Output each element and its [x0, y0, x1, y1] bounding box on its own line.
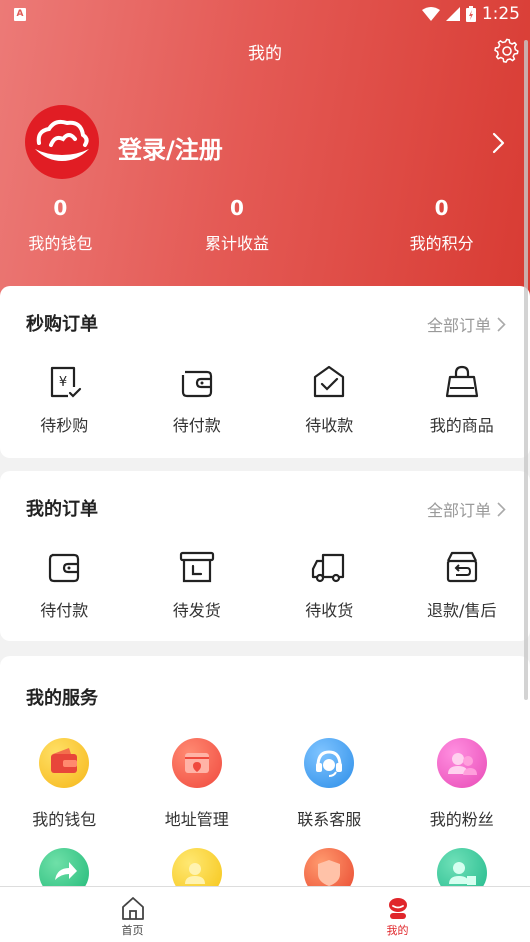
stat-value: 0 — [230, 196, 244, 220]
grid-label: 待秒购 — [40, 416, 89, 435]
envelope-check-icon — [314, 365, 345, 398]
stat-value: 0 — [434, 196, 449, 220]
service-label: 我的钱包 — [32, 810, 97, 829]
account-stats: 0 我的钱包 0 累计收益 0 我的积分 — [0, 196, 530, 254]
bottom-tab-bar: 首页 我的 — [0, 886, 530, 942]
order-pending-receipt[interactable]: 待收款 — [263, 362, 396, 436]
order-pending-shipment[interactable]: 待发货 — [131, 547, 264, 621]
chevron-right-icon — [497, 316, 506, 332]
services-grid: 我的钱包 地址管理 联系客服 我的粉丝 — [0, 738, 530, 830]
grid-label: 待收款 — [305, 416, 354, 435]
status-bar: A 1:25 — [0, 0, 530, 30]
order-refund-aftersale[interactable]: 退款/售后 — [396, 547, 529, 621]
service-label: 我的粉丝 — [429, 810, 494, 829]
signal-icon — [445, 7, 460, 21]
svg-text:¥: ¥ — [59, 375, 67, 390]
stat-wallet[interactable]: 0 我的钱包 — [0, 196, 149, 254]
wallet-service-icon — [39, 738, 90, 788]
refund-box-icon — [446, 551, 477, 583]
stat-earnings[interactable]: 0 累计收益 — [149, 196, 326, 254]
my-orders-grid: 待付款 待发货 待收货 退款/售后 — [0, 547, 530, 621]
order-pending-payment[interactable]: 待付款 — [131, 362, 264, 436]
brand-logo-icon — [35, 119, 89, 161]
wallet-icon — [181, 370, 212, 398]
my-services-card: 我的服务 我的钱包 地址管理 联系客服 我的粉丝 — [0, 656, 530, 916]
tab-profile[interactable]: 我的 — [265, 887, 530, 942]
tab-home[interactable]: 首页 — [0, 887, 265, 942]
my-orders-card: 我的订单 全部订单 待付款 待发货 待收货 退款/售后 — [0, 471, 530, 641]
grid-label: 待收货 — [305, 601, 354, 620]
my-orders-all-link[interactable]: 全部订单 — [427, 497, 506, 521]
flash-orders-title: 秒购订单 — [26, 314, 98, 335]
all-orders-label: 全部订单 — [426, 316, 491, 335]
stat-label: 累计收益 — [204, 234, 269, 253]
grid-label: 待发货 — [172, 601, 221, 620]
app-notification-icon: A — [14, 8, 26, 21]
avatar[interactable] — [25, 105, 99, 179]
status-time: 1:25 — [481, 4, 520, 24]
stat-label: 我的积分 — [409, 234, 474, 253]
grid-label: 退款/售后 — [427, 601, 497, 620]
flash-orders-all-link[interactable]: 全部订单 — [427, 312, 506, 336]
chevron-right-icon — [497, 501, 506, 517]
order-pending-flash[interactable]: ¥ 待秒购 — [0, 362, 131, 436]
login-register-link[interactable]: 登录/注册 — [118, 130, 223, 165]
order-my-goods[interactable]: 我的商品 — [396, 362, 529, 436]
service-label: 联系客服 — [297, 810, 362, 829]
flash-orders-card: 秒购订单 全部订单 ¥ 待秒购 待付款 待收款 我的商品 — [0, 286, 530, 458]
tab-label: 首页 — [121, 924, 144, 937]
address-icon — [171, 738, 222, 788]
wifi-icon — [421, 7, 440, 21]
service-customer-support[interactable]: 联系客服 — [263, 738, 396, 830]
grid-label: 待付款 — [40, 601, 89, 620]
fans-icon — [436, 738, 487, 788]
page-title: 我的 — [248, 44, 282, 64]
yuan-bill-icon: ¥ — [51, 366, 82, 398]
shopping-bag-icon — [445, 365, 478, 398]
my-orders-title: 我的订单 — [26, 499, 98, 520]
profile-icon — [388, 898, 407, 919]
grid-label: 待付款 — [172, 416, 221, 435]
truck-icon — [312, 553, 345, 583]
service-wallet[interactable]: 我的钱包 — [0, 738, 131, 830]
tab-label: 我的 — [386, 924, 409, 937]
wallet-icon — [49, 553, 80, 583]
stat-label: 我的钱包 — [28, 234, 93, 253]
chevron-right-icon[interactable] — [490, 130, 508, 156]
scrollbar[interactable] — [524, 40, 528, 700]
box-clock-icon — [179, 551, 214, 583]
grid-label: 我的商品 — [429, 416, 494, 435]
all-orders-label: 全部订单 — [426, 501, 491, 520]
service-fans[interactable]: 我的粉丝 — [396, 738, 529, 830]
service-address[interactable]: 地址管理 — [131, 738, 264, 830]
my-services-title: 我的服务 — [26, 688, 98, 709]
order-pending-delivery[interactable]: 待收货 — [263, 547, 396, 621]
settings-gear-icon[interactable] — [494, 38, 520, 64]
flash-orders-grid: ¥ 待秒购 待付款 待收款 我的商品 — [0, 362, 530, 436]
home-icon — [121, 897, 144, 920]
battery-charging-icon — [465, 6, 476, 22]
service-label: 地址管理 — [164, 810, 229, 829]
customer-service-icon — [304, 738, 355, 788]
stat-points[interactable]: 0 我的积分 — [353, 196, 530, 254]
order-pending-payment[interactable]: 待付款 — [0, 547, 131, 621]
stat-value: 0 — [53, 196, 68, 220]
